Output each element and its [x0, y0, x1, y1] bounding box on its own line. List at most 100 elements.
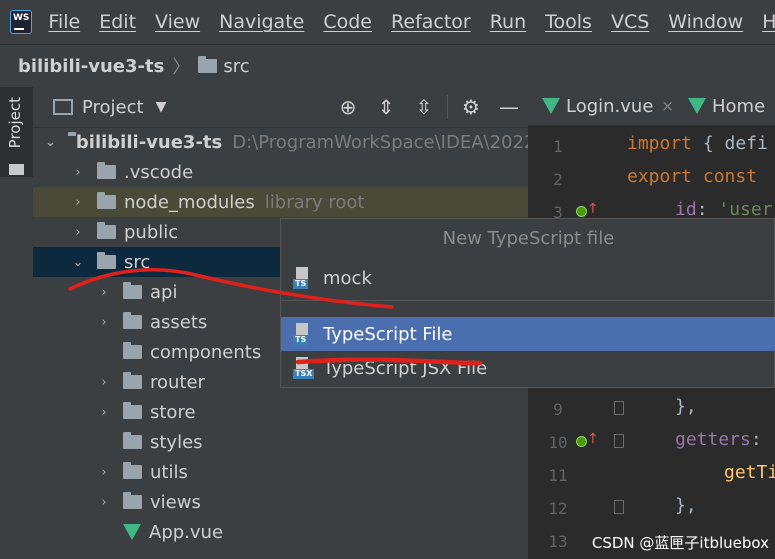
- tree-item-label: views: [150, 491, 201, 513]
- vue-file-icon: [123, 524, 141, 540]
- implemented-icon[interactable]: [576, 436, 587, 447]
- gear-icon[interactable]: ⚙: [452, 95, 490, 119]
- tool-window-strip: Project: [0, 87, 34, 559]
- code-line-1[interactable]: import { defi: [627, 133, 768, 154]
- folder-icon: [123, 312, 142, 329]
- tree-item-project-root[interactable]: ⌄ bilibili-vue3-ts D:\ProgramWorkSpace\I…: [33, 127, 535, 157]
- project-tool-tab[interactable]: Project: [0, 87, 33, 177]
- menu-help[interactable]: Help: [762, 11, 775, 33]
- code-line-10[interactable]: getters:: [675, 429, 762, 450]
- breadcrumb: bilibili-vue3-ts 〉 src: [0, 44, 775, 88]
- chevron-down-icon[interactable]: ▼: [156, 99, 167, 115]
- folder-icon: [123, 372, 142, 389]
- menu-run[interactable]: Run: [490, 11, 526, 33]
- typescript-file-icon: TS: [293, 323, 315, 345]
- tree-item-vscode[interactable]: › .vscode: [33, 157, 528, 187]
- tree-item-views[interactable]: › views: [33, 487, 528, 517]
- popup-item-label: TypeScript JSX File: [323, 357, 488, 379]
- close-icon[interactable]: ×: [661, 97, 674, 115]
- tab-label: Home: [712, 95, 766, 117]
- code-line-9[interactable]: },: [675, 396, 697, 417]
- line-number: 2: [553, 170, 563, 189]
- tree-item-styles[interactable]: styles: [33, 427, 528, 457]
- code-line-3[interactable]: id: 'user: [675, 199, 773, 220]
- panel-toolbar: ⊕ ⇕ ⇳ ⚙ —: [329, 87, 528, 127]
- expand-all-icon[interactable]: ⇕: [367, 95, 405, 119]
- tree-item-app-vue[interactable]: App.vue: [33, 517, 528, 547]
- folder-icon: [97, 252, 116, 269]
- chevron-right-icon[interactable]: ›: [97, 315, 111, 330]
- fold-marker-icon[interactable]: [614, 434, 624, 448]
- code-line-11[interactable]: getTi: [724, 462, 775, 483]
- folder-icon: [123, 342, 142, 359]
- folder-icon: [9, 164, 24, 175]
- line-number: 12: [548, 499, 568, 518]
- menu-view[interactable]: View: [155, 11, 200, 33]
- chevron-right-icon[interactable]: ›: [97, 375, 111, 390]
- vue-file-icon: [542, 98, 560, 114]
- code-line-12[interactable]: },: [675, 495, 697, 516]
- line-number: 11: [548, 466, 568, 485]
- tree-item-node-modules[interactable]: › node_modules library root: [33, 187, 528, 217]
- menu-edit[interactable]: Edit: [99, 11, 136, 33]
- chevron-down-icon[interactable]: ⌄: [71, 255, 85, 270]
- implemented-icon[interactable]: [576, 206, 587, 217]
- popup-item-label: mock: [323, 267, 372, 289]
- watermark: CSDN @蓝匣子itbluebox: [591, 534, 769, 552]
- minimize-icon[interactable]: —: [490, 95, 528, 119]
- breadcrumb-project[interactable]: bilibili-vue3-ts: [18, 56, 164, 77]
- folder-icon: [123, 492, 142, 509]
- popup-divider: [281, 300, 775, 301]
- logo-text: WS: [13, 13, 30, 23]
- chevron-right-icon[interactable]: ›: [97, 285, 111, 300]
- toolbar-divider: [447, 95, 448, 119]
- menu-tools[interactable]: Tools: [545, 11, 592, 33]
- project-panel-title[interactable]: Project: [82, 97, 144, 118]
- popup-item-mock[interactable]: TS mock: [281, 261, 775, 295]
- chevron-right-icon[interactable]: ›: [97, 405, 111, 420]
- chevron-right-icon[interactable]: ›: [97, 465, 111, 480]
- tree-item-store[interactable]: › store: [33, 397, 528, 427]
- tree-item-hint: library root: [264, 191, 365, 213]
- collapse-all-icon[interactable]: ⇳: [405, 95, 443, 119]
- tab-home[interactable]: Home: [688, 96, 765, 117]
- folder-icon: [97, 222, 116, 239]
- menu-navigate[interactable]: Navigate: [219, 11, 304, 33]
- project-tool-label: Project: [6, 97, 24, 149]
- typescript-file-icon: TS: [293, 267, 315, 289]
- breadcrumb-separator-icon: 〉: [172, 57, 191, 78]
- menu-vcs[interactable]: VCS: [611, 11, 649, 33]
- fold-marker-icon[interactable]: [614, 500, 624, 514]
- tab-label: Login.vue: [566, 95, 654, 117]
- arrow-up-icon: ↑: [587, 201, 599, 217]
- menu-file[interactable]: File: [48, 11, 80, 33]
- tree-item-label: bilibili-vue3-ts: [75, 131, 223, 153]
- menu-refactor[interactable]: Refactor: [391, 11, 471, 33]
- chevron-down-icon[interactable]: ⌄: [45, 135, 56, 150]
- breadcrumb-src[interactable]: src: [223, 56, 249, 77]
- fold-marker-icon[interactable]: [614, 401, 624, 415]
- chevron-right-icon[interactable]: ›: [71, 195, 85, 210]
- tab-login-vue[interactable]: Login.vue ×: [542, 96, 674, 117]
- tree-item-label: public: [124, 221, 179, 243]
- popup-title: New TypeScript file: [442, 228, 615, 249]
- tree-item-utils[interactable]: › utils: [33, 457, 528, 487]
- menu-window[interactable]: Window: [668, 11, 743, 33]
- popup-item-label: TypeScript File: [323, 323, 453, 345]
- menu-code[interactable]: Code: [323, 11, 372, 33]
- chevron-right-icon[interactable]: ›: [71, 225, 85, 240]
- project-view-icon: [53, 99, 73, 115]
- popup-item-typescript-jsx-file[interactable]: TSX TypeScript JSX File: [281, 351, 775, 385]
- chevron-right-icon[interactable]: ›: [97, 495, 111, 510]
- popup-item-typescript-file[interactable]: TS TypeScript File: [281, 317, 775, 351]
- chevron-right-icon[interactable]: ›: [71, 165, 85, 180]
- tree-item-path: D:\ProgramWorkSpace\IDEA\2022: [232, 131, 536, 153]
- tree-item-label: node_modules: [124, 191, 255, 213]
- tsx-file-icon: TSX: [293, 357, 315, 379]
- code-line-2[interactable]: export const: [627, 166, 757, 187]
- tree-item-label: styles: [150, 431, 203, 453]
- tree-item-label: store: [150, 401, 196, 423]
- tree-item-label: .vscode: [124, 161, 194, 183]
- locate-icon[interactable]: ⊕: [329, 95, 367, 119]
- tree-item-label: router: [150, 371, 205, 393]
